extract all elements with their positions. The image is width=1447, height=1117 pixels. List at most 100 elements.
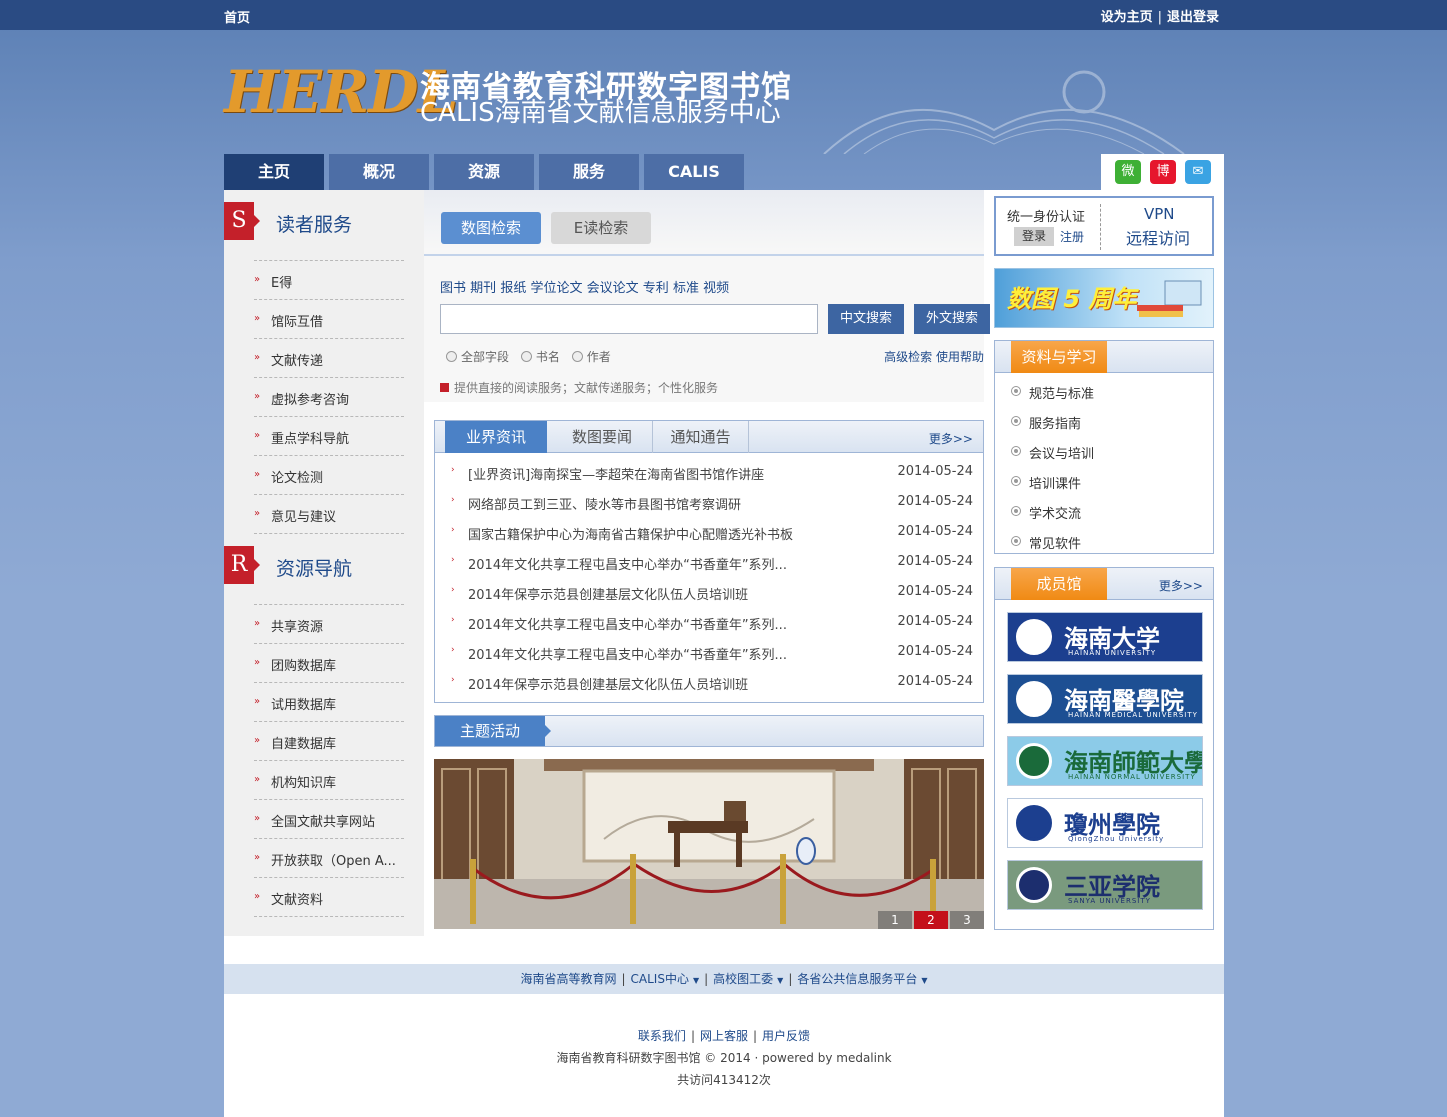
theme-activity-slideshow[interactable]: 123 <box>434 759 984 929</box>
sidebar-item-paper-check[interactable]: » 论文检测 <box>254 455 404 494</box>
sidebar-item-interlibrary-loan[interactable]: » 馆际互借 <box>254 299 404 338</box>
social-icons: 微 博 ✉ <box>1101 154 1224 190</box>
tab-notices[interactable]: 通知通告 <box>653 421 749 453</box>
type-link-journals[interactable]: 期刊 <box>470 281 496 296</box>
type-link-standards[interactable]: 标准 <box>673 281 699 296</box>
sidebar-item-key-subjects[interactable]: » 重点学科导航 <box>254 416 404 455</box>
nav-tab-services[interactable]: 服务 <box>539 154 639 190</box>
reading-room-photo <box>434 759 984 929</box>
set-homepage-link[interactable]: 设为主页 <box>1101 10 1153 25</box>
radio-title[interactable]: 书名 <box>520 350 560 364</box>
divider <box>424 254 984 256</box>
header-banner: HERDL 海南省教育科研数字图书馆 CALIS海南省文献信息服务中心 <box>224 30 1224 154</box>
footer-link-calis[interactable]: CALIS中心 ▼ <box>631 972 700 986</box>
anniversary-banner[interactable]: 数图 5 周年 <box>994 268 1214 328</box>
study-item-label: 服务指南 <box>1029 417 1082 432</box>
radio-all-fields[interactable]: 全部字段 <box>446 350 509 364</box>
sidebar-item-open-access[interactable]: » 开放获取（Open A... <box>254 838 404 877</box>
footer-contact-links: 联系我们 | 网上客服 | 用户反馈 <box>224 1027 1224 1044</box>
weibo-icon[interactable]: 博 <box>1150 160 1176 184</box>
study-item-label: 会议与培训 <box>1029 447 1095 462</box>
news-row[interactable]: › 2014年保亭示范县创建基层文化队伍人员培训班 2014-05-24 <box>435 667 983 697</box>
sidebar-item-self-built-databases[interactable]: » 自建数据库 <box>254 721 404 760</box>
news-row[interactable]: › 2014年保亭示范县创建基层文化队伍人员培训班 2014-05-24 <box>435 577 983 607</box>
member-library-logo[interactable]: 瓊州學院 QiongZhou University <box>1007 798 1203 848</box>
tab-industry-news[interactable]: 业界资讯 <box>445 421 547 453</box>
member-name-en: HAINAN MEDICAL UNIVERSITY <box>1068 711 1198 719</box>
sidebar-item-group-databases[interactable]: » 团购数据库 <box>254 643 404 682</box>
member-library-logo[interactable]: 海南大学 HAINAN UNIVERSITY <box>1007 612 1203 662</box>
footer-link-higher-edu[interactable]: 海南省高等教育网 <box>520 972 616 986</box>
footer-link-library-committee[interactable]: 高校图工委 ▼ <box>713 972 783 986</box>
nav-tab-home[interactable]: 主页 <box>224 154 324 190</box>
type-link-patents[interactable]: 专利 <box>643 281 669 296</box>
footer-link-provincial-platforms[interactable]: 各省公共信息服务平台 ▼ <box>797 972 927 986</box>
tab-digital-library-search[interactable]: 数图检索 <box>441 212 541 244</box>
foreign-search-button[interactable]: 外文搜索 <box>914 304 990 334</box>
sidebar-item-document-delivery[interactable]: » 文献传递 <box>254 338 404 377</box>
news-date: 2014-05-24 <box>897 644 973 659</box>
type-link-newspapers[interactable]: 报纸 <box>500 281 526 296</box>
news-title: 2014年保亭示范县创建基层文化队伍人员培训班 <box>468 678 749 693</box>
sidebar-item-institutional-repository[interactable]: » 机构知识库 <box>254 760 404 799</box>
member-library-logo[interactable]: 海南師範大學 HAINAN NORMAL UNIVERSITY <box>1007 736 1203 786</box>
news-more-link[interactable]: 更多>> <box>929 430 973 447</box>
type-link-videos[interactable]: 视频 <box>703 281 729 296</box>
remote-access-link[interactable]: 远程访问 <box>1126 225 1190 249</box>
wechat-icon[interactable]: 微 <box>1115 160 1141 184</box>
chevron-right-icon: » <box>254 735 261 746</box>
contact-us-link[interactable]: 联系我们 <box>638 1029 686 1043</box>
vpn-link[interactable]: VPN <box>1144 205 1175 223</box>
sidebar-item-trial-databases[interactable]: » 试用数据库 <box>254 682 404 721</box>
news-row[interactable]: › [业界资讯]海南探宝—李超荣在海南省图书馆作讲座 2014-05-24 <box>435 457 983 487</box>
page-button-2[interactable]: 2 <box>914 911 948 929</box>
type-link-conference-papers[interactable]: 会议论文 <box>587 281 639 296</box>
search-help-links: 高级检索 使用帮助 <box>884 348 984 365</box>
nav-tab-calis[interactable]: CALIS <box>644 154 744 190</box>
member-name-en: QiongZhou University <box>1068 835 1165 843</box>
register-link[interactable]: 注册 <box>1060 228 1084 245</box>
nav-tab-resources[interactable]: 资源 <box>434 154 534 190</box>
members-more-link[interactable]: 更多>> <box>1159 577 1203 594</box>
type-link-books[interactable]: 图书 <box>440 281 466 296</box>
news-row[interactable]: › 国家古籍保护中心为海南省古籍保护中心配赠透光补书板 2014-05-24 <box>435 517 983 547</box>
footer-links-bar: 海南省高等教育网 | CALIS中心 ▼ | 高校图工委 ▼ | 各省公共信息服务平台 ▼ <box>224 964 1224 994</box>
tab-eread-search[interactable]: E读检索 <box>551 212 651 244</box>
advanced-search-link[interactable]: 高级检索 <box>884 350 932 364</box>
news-row[interactable]: › 网络部员工到三亚、陵水等市县图书馆考察调研 2014-05-24 <box>435 487 983 517</box>
sidebar-item-national-sharing-sites[interactable]: » 全国文献共享网站 <box>254 799 404 838</box>
page-button-3[interactable]: 3 <box>950 911 984 929</box>
news-row[interactable]: › 2014年文化共享工程屯昌支中心举办“书香童年”系列... 2014-05-24 <box>435 607 983 637</box>
tab-library-news[interactable]: 数图要闻 <box>552 421 653 453</box>
news-row[interactable]: › 2014年文化共享工程屯昌支中心举办“书香童年”系列... 2014-05-24 <box>435 637 983 667</box>
type-link-theses[interactable]: 学位论文 <box>530 281 582 296</box>
member-library-logo[interactable]: 海南醫學院 HAINAN MEDICAL UNIVERSITY <box>1007 674 1203 724</box>
sidebar-item-ede[interactable]: » E得 <box>254 260 404 299</box>
chevron-right-icon: › <box>451 615 455 625</box>
mail-icon[interactable]: ✉ <box>1185 160 1211 184</box>
logout-link[interactable]: 退出登录 <box>1167 10 1219 25</box>
sidebar-item-shared-resources[interactable]: » 共享资源 <box>254 604 404 643</box>
member-library-logo[interactable]: 三亚学院 SANYA UNIVERSITY <box>1007 860 1203 910</box>
home-link[interactable]: 首页 <box>224 7 250 26</box>
circle-bullet-icon <box>1011 506 1021 516</box>
radio-author[interactable]: 作者 <box>571 350 611 364</box>
news-row[interactable]: › 2014年文化共享工程屯昌支中心举办“书香童年”系列... 2014-05-24 <box>435 547 983 577</box>
chinese-search-button[interactable]: 中文搜索 <box>828 304 904 334</box>
online-support-link[interactable]: 网上客服 <box>700 1029 748 1043</box>
chevron-right-icon: » <box>254 430 261 441</box>
separator: | <box>704 972 709 986</box>
sidebar-item-feedback[interactable]: » 意见与建议 <box>254 494 404 533</box>
search-input[interactable] <box>440 304 818 334</box>
help-link[interactable]: 使用帮助 <box>936 350 984 364</box>
nav-tab-overview[interactable]: 概况 <box>329 154 429 190</box>
sidebar-item-virtual-reference[interactable]: » 虚拟参考咨询 <box>254 377 404 416</box>
news-date: 2014-05-24 <box>897 494 973 509</box>
login-button[interactable]: 登录 <box>1014 227 1054 246</box>
sidebar-item-documents[interactable]: » 文献资料 <box>254 877 404 916</box>
user-feedback-link[interactable]: 用户反馈 <box>762 1029 810 1043</box>
caret-down-icon: ▼ <box>921 976 928 985</box>
page-button-1[interactable]: 1 <box>878 911 912 929</box>
news-title: 网络部员工到三亚、陵水等市县图书馆考察调研 <box>468 498 742 513</box>
sidebar-item-label: 馆际互借 <box>271 315 324 330</box>
